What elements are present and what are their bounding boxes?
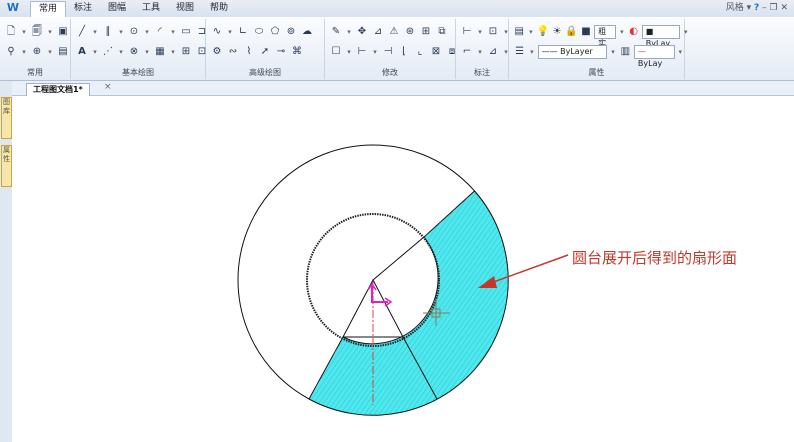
cad-drawing: [237, 144, 569, 416]
radius-line: [372, 236, 425, 281]
annotation-text: 圆台展开后得到的扇形面: [572, 249, 738, 267]
